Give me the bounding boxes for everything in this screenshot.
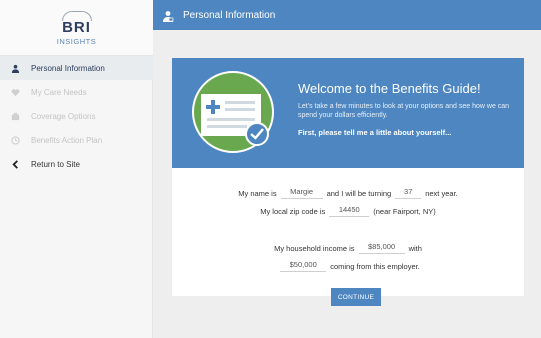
sidebar-item-coverage-options[interactable]: Coverage Options: [0, 104, 153, 128]
page-title: Personal Information: [183, 9, 276, 21]
welcome-card: Welcome to the Benefits Guide! Let's tak…: [172, 58, 524, 296]
welcome-banner: Welcome to the Benefits Guide! Let's tak…: [172, 58, 524, 168]
chevron-left-icon: [11, 159, 20, 169]
continue-button[interactable]: CONTINUE: [331, 288, 381, 306]
sidebar-item-label: Benefits Action Plan: [31, 135, 103, 145]
name-field[interactable]: Margie: [280, 187, 323, 199]
age-prefix: and I will be turning: [326, 188, 392, 198]
age-suffix: next year.: [425, 188, 458, 198]
welcome-text: Let's take a few minutes to look at your…: [298, 103, 510, 119]
page-header: Personal Information: [153, 0, 541, 30]
clock-icon: [11, 135, 20, 145]
zip-line: My local zip code is 14450 (near Fairpor…: [172, 205, 524, 217]
sidebar-item-personal-information[interactable]: Personal Information: [0, 56, 153, 80]
income-field[interactable]: $85,000: [358, 242, 405, 254]
sidebar-nav: Personal Information My Care Needs Cover…: [0, 56, 153, 176]
employer-suffix: coming from this employer.: [330, 261, 420, 271]
welcome-title: Welcome to the Benefits Guide!: [298, 81, 481, 96]
employer-amount-field[interactable]: $50,000: [280, 260, 327, 272]
sidebar-item-label: My Care Needs: [31, 87, 87, 97]
person-icon: [11, 64, 20, 73]
name-age-line: My name is Margie and I will be turning …: [172, 187, 524, 199]
age-field[interactable]: 37: [395, 187, 422, 199]
personal-info-form: My name is Margie and I will be turning …: [172, 168, 524, 296]
logo-sub-text: INSIGHTS: [56, 37, 97, 46]
sidebar-item-label: Return to Site: [31, 159, 80, 169]
sidebar-item-return-to-site[interactable]: Return to Site: [0, 152, 153, 176]
heart-icon: [11, 88, 20, 97]
zip-prefix: My local zip code is: [260, 206, 326, 216]
person-icon: [162, 9, 174, 22]
sidebar-item-my-care-needs[interactable]: My Care Needs: [0, 80, 153, 104]
name-prefix: My name is: [238, 188, 277, 198]
income-line: My household income is $85,000 with: [172, 242, 524, 254]
app-window: BRI INSIGHTS Personal Information My Car…: [0, 0, 541, 338]
sidebar: BRI INSIGHTS Personal Information My Car…: [0, 0, 153, 338]
briefcase-icon: [11, 112, 20, 121]
zip-field[interactable]: 14450: [329, 205, 370, 217]
benefits-document-illustration: [191, 70, 275, 154]
sidebar-item-label: Coverage Options: [31, 111, 96, 121]
income-suffix: with: [408, 243, 422, 253]
income-prefix: My household income is: [274, 243, 355, 253]
logo-main-text: BRI: [62, 19, 91, 36]
zip-suffix: (near Fairport, NY): [373, 206, 436, 216]
sidebar-item-label: Personal Information: [31, 63, 105, 73]
logo: BRI INSIGHTS: [0, 0, 153, 56]
welcome-cta: First, please tell me a little about you…: [298, 128, 452, 137]
sidebar-item-benefits-action-plan[interactable]: Benefits Action Plan: [0, 128, 153, 152]
employer-line: $50,000 coming from this employer.: [172, 260, 524, 272]
